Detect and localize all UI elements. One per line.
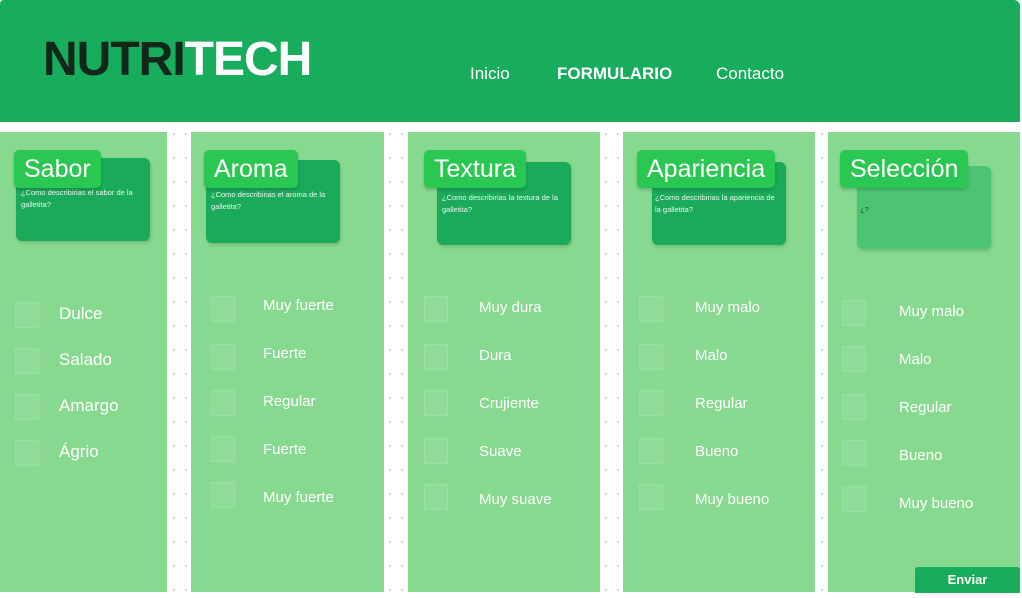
- option-label: Fuerte: [263, 441, 307, 458]
- question-text: ¿Como describirias el sabor de la gallet…: [21, 188, 133, 209]
- option-checkbox[interactable]: [424, 344, 448, 370]
- option-label: Dulce: [59, 304, 103, 323]
- option-label: Muy fuerte: [263, 489, 334, 506]
- option-label: Fuerte: [263, 345, 307, 362]
- option-label: Bueno: [695, 443, 739, 460]
- option-checkbox[interactable]: [639, 438, 663, 464]
- nav-inicio[interactable]: Inicio: [470, 64, 510, 84]
- option-checkbox[interactable]: [211, 390, 235, 416]
- option-checkbox[interactable]: [842, 346, 866, 372]
- option-checkbox[interactable]: [15, 394, 39, 420]
- category-title: Textura: [424, 150, 526, 188]
- option-label: Salado: [59, 350, 112, 369]
- option-label: Malo: [695, 347, 728, 364]
- option-checkbox[interactable]: [211, 436, 235, 462]
- option-label: Muy fuerte: [263, 297, 334, 314]
- nav-contacto[interactable]: Contacto: [716, 64, 784, 84]
- option-checkbox[interactable]: [842, 440, 866, 466]
- option-label: Malo: [899, 351, 932, 368]
- option-checkbox[interactable]: [424, 438, 448, 464]
- logo-part-tech: TECH: [184, 33, 313, 86]
- option-label: Amargo: [59, 396, 119, 415]
- option-label: Regular: [695, 395, 748, 412]
- option-checkbox[interactable]: [211, 344, 235, 370]
- option-checkbox[interactable]: [639, 390, 663, 416]
- option-label: Ágrio: [59, 442, 99, 461]
- option-checkbox[interactable]: [639, 344, 663, 370]
- option-label: Muy dura: [479, 299, 542, 316]
- option-label: Suave: [479, 443, 522, 460]
- category-title: Sabor: [14, 150, 101, 188]
- option-label: Muy bueno: [899, 495, 974, 512]
- option-checkbox[interactable]: [15, 302, 39, 328]
- category-title: Selección: [840, 150, 969, 188]
- column-textura: ¿Como describirias la textura de la gall…: [408, 132, 600, 592]
- option-label: Bueno: [899, 447, 943, 464]
- option-checkbox[interactable]: [211, 296, 235, 322]
- column-sabor: ¿Como describirias el sabor de la gallet…: [0, 132, 167, 592]
- nav-formulario[interactable]: FORMULARIO: [557, 64, 672, 84]
- option-label: Crujiente: [479, 395, 540, 412]
- option-label: Muy malo: [899, 303, 965, 320]
- option-checkbox[interactable]: [424, 484, 448, 510]
- option-label: Muy suave: [479, 491, 552, 508]
- question-text: ¿Como describirias la textura de la gall…: [442, 193, 558, 214]
- option-checkbox[interactable]: [424, 390, 448, 416]
- category-title: Apariencia: [637, 150, 776, 188]
- option-checkbox[interactable]: [424, 296, 448, 322]
- option-label: Muy bueno: [695, 491, 770, 508]
- option-checkbox[interactable]: [842, 486, 866, 512]
- header-bar: NUTRITECH Inicio FORMULARIO Contacto: [0, 0, 1020, 122]
- option-checkbox[interactable]: [15, 440, 39, 466]
- question-text: ¿Como describirias la apariencia de la g…: [655, 193, 775, 214]
- question-text: ¿Como describirias el aroma de la gallet…: [211, 190, 326, 211]
- option-label: Dura: [479, 347, 512, 364]
- option-checkbox[interactable]: [15, 348, 39, 374]
- option-label: Muy malo: [695, 299, 761, 316]
- logo-part-nutri: NUTRI: [43, 33, 186, 86]
- column-apariencia: ¿Como describirias la apariencia de la g…: [623, 132, 815, 592]
- option-checkbox[interactable]: [842, 394, 866, 420]
- option-checkbox[interactable]: [211, 482, 235, 508]
- option-label: Regular: [263, 393, 316, 410]
- question-text: ¿?: [860, 205, 869, 214]
- column-seleccion: ¿? Selección Muy malo Malo Regular Bueno…: [828, 132, 1020, 592]
- option-checkbox[interactable]: [842, 300, 866, 326]
- column-aroma: ¿Como describirias el aroma de la gallet…: [191, 132, 384, 592]
- option-checkbox[interactable]: [639, 484, 663, 510]
- submit-button[interactable]: Enviar: [915, 567, 1020, 593]
- option-label: Regular: [899, 399, 952, 416]
- category-title: Aroma: [204, 150, 298, 188]
- logo: NUTRITECH: [43, 33, 313, 86]
- option-checkbox[interactable]: [639, 296, 663, 322]
